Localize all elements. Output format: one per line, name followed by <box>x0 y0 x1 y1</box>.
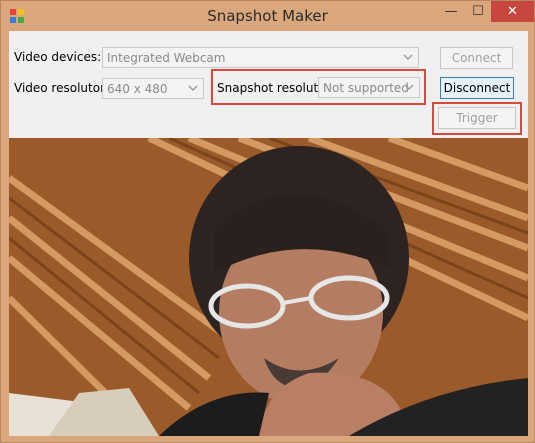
chevron-down-icon <box>404 84 414 90</box>
video-devices-value: Integrated Webcam <box>107 50 226 65</box>
client-area: Video devices: Integrated Webcam Video r… <box>9 31 528 436</box>
snapshot-resolution-select[interactable]: Not supported <box>318 77 420 98</box>
video-resolution-select[interactable]: 640 x 480 <box>102 78 204 99</box>
trigger-button[interactable]: Trigger <box>438 107 516 129</box>
snapshot-resolution-value: Not supported <box>323 80 409 95</box>
minimize-icon: — <box>444 4 458 19</box>
maximize-icon: ☐ <box>472 4 484 19</box>
chevron-down-icon <box>403 54 413 60</box>
minimize-button[interactable]: — <box>437 1 465 22</box>
video-resolution-value: 640 x 480 <box>107 81 168 96</box>
title-bar: Snapshot Maker — ☐ ✕ <box>1 1 534 31</box>
chevron-down-icon <box>188 85 198 91</box>
close-icon: ✕ <box>507 4 518 19</box>
disconnect-button[interactable]: Disconnect <box>440 77 514 99</box>
snapshot-maker-window: Snapshot Maker — ☐ ✕ Video devices: Inte… <box>0 0 535 443</box>
connect-button[interactable]: Connect <box>440 47 513 69</box>
video-resolution-label: Video resoluton: <box>14 81 112 95</box>
video-devices-select[interactable]: Integrated Webcam <box>102 47 419 68</box>
webcam-preview-image <box>9 138 528 436</box>
webcam-preview <box>9 138 528 436</box>
maximize-button[interactable]: ☐ <box>465 1 491 22</box>
video-devices-label: Video devices: <box>14 50 102 64</box>
close-button[interactable]: ✕ <box>491 1 534 22</box>
